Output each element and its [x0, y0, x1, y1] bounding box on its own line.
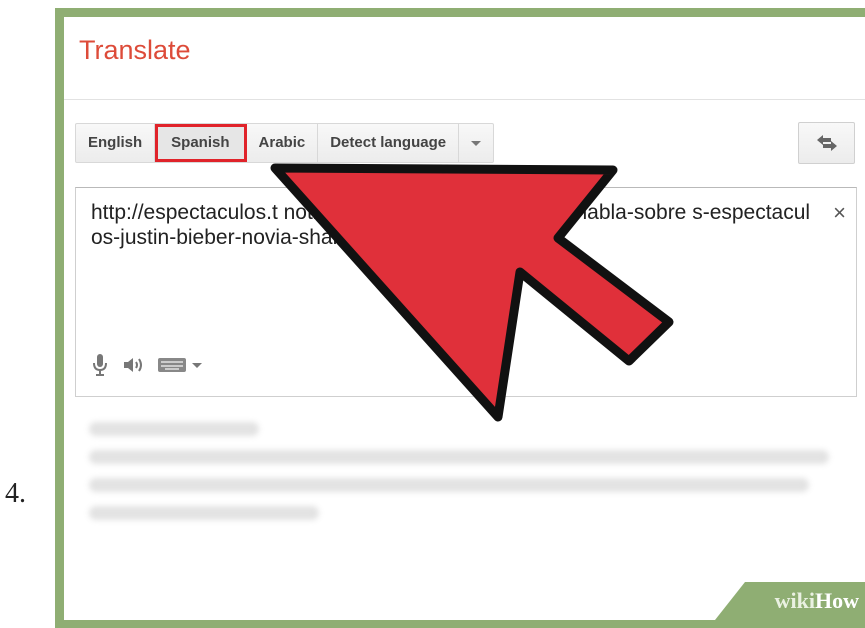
pointer-arrow-icon — [270, 163, 674, 422]
